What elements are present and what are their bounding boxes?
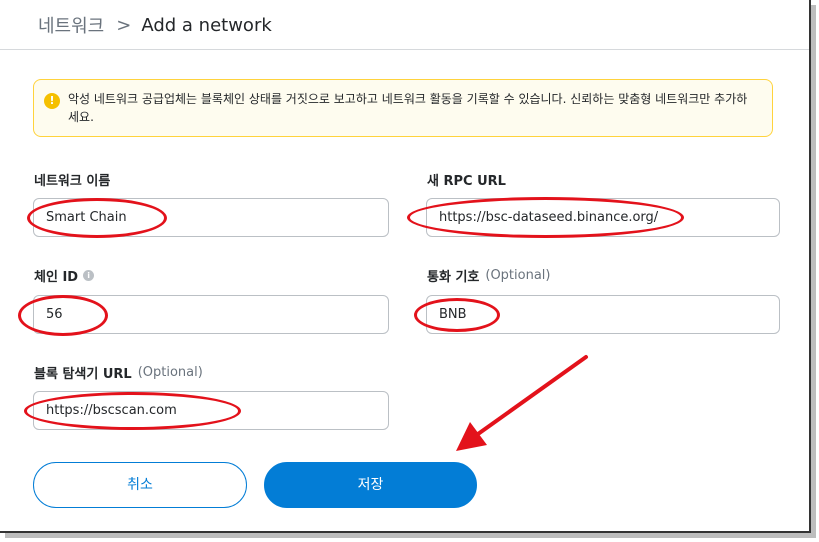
cancel-button[interactable]: 취소: [33, 462, 247, 508]
currency-symbol-input[interactable]: [426, 295, 780, 334]
rpc-url-label: 새 RPC URL: [427, 170, 506, 189]
save-button[interactable]: 저장: [264, 462, 477, 508]
warning-alert: ! 악성 네트워크 공급업체는 블록체인 상태를 거짓으로 보고하고 네트워크 …: [33, 79, 773, 137]
rpc-url-input[interactable]: [426, 198, 780, 237]
breadcrumb: 네트워크 > Add a network: [38, 12, 272, 38]
rpc-url-label-text: 새 RPC URL: [427, 174, 506, 189]
network-name-input[interactable]: [33, 198, 389, 237]
explorer-url-input[interactable]: [33, 391, 389, 430]
optional-tag: (Optional): [137, 365, 203, 380]
explorer-url-label: 블록 탐색기 URL (Optional): [34, 363, 203, 382]
network-name-label-text: 네트워크 이름: [34, 174, 111, 189]
network-name-label: 네트워크 이름: [34, 170, 110, 189]
add-network-window: 네트워크 > Add a network ! 악성 네트워크 공급업체는 블록체…: [0, 0, 811, 533]
chevron-right-icon: >: [116, 14, 132, 36]
chain-id-label: 체인 ID i: [34, 266, 95, 285]
explorer-url-label-text: 블록 탐색기 URL: [34, 367, 132, 382]
currency-symbol-label: 통화 기호 (Optional): [427, 266, 550, 285]
page-header: 네트워크 > Add a network: [0, 0, 809, 50]
breadcrumb-networks-link[interactable]: 네트워크: [38, 12, 104, 38]
warning-icon: !: [44, 93, 60, 109]
currency-symbol-label-text: 통화 기호: [427, 270, 480, 285]
chain-id-label-text: 체인 ID: [34, 270, 79, 285]
chain-id-input[interactable]: [33, 295, 389, 334]
page-title: Add a network: [141, 14, 272, 36]
warning-text: 악성 네트워크 공급업체는 블록체인 상태를 거짓으로 보고하고 네트워크 활동…: [68, 92, 748, 124]
info-icon[interactable]: i: [83, 270, 95, 281]
optional-tag: (Optional): [485, 268, 551, 283]
